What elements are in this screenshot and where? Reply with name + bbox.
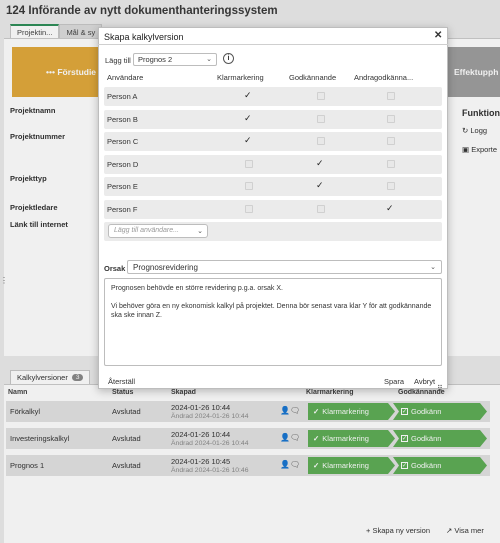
chevron-down-icon: ⌄ xyxy=(206,56,212,63)
user-name: Person F xyxy=(107,205,138,214)
reason-textarea[interactable]: Prognosen behövde en större revidering p… xyxy=(104,278,442,366)
approve2-checkbox[interactable] xyxy=(387,159,395,168)
approve2-checkbox[interactable] xyxy=(387,137,395,146)
approve2-checkbox[interactable] xyxy=(387,114,395,123)
col-approve: Godkännande xyxy=(289,73,337,82)
user-name: Person A xyxy=(107,92,138,101)
approve-checkbox[interactable] xyxy=(317,137,325,146)
check-checkbox[interactable]: ✓ xyxy=(244,90,252,101)
close-icon[interactable]: ✕ xyxy=(434,30,442,41)
col-approve2: Andragodkänna... xyxy=(354,73,414,82)
approve-checkbox[interactable]: ✓ xyxy=(316,158,324,169)
chevron-down-icon: ⌄ xyxy=(430,264,436,271)
reset-button[interactable]: Återställ xyxy=(108,377,135,386)
approve-checkbox[interactable] xyxy=(317,92,325,100)
approve2-checkbox[interactable] xyxy=(387,92,395,100)
dialog-title: Skapa kalkylversion xyxy=(104,32,184,42)
chevron-down-icon: ⌄ xyxy=(197,228,203,235)
info-icon[interactable]: i xyxy=(223,53,234,64)
user-name: Person E xyxy=(107,182,138,192)
col-check: Klarmarkering xyxy=(217,73,264,82)
dialog-divider xyxy=(98,44,448,45)
reason-select[interactable]: Prognosrevidering ⌄ xyxy=(127,260,442,274)
approve-checkbox[interactable] xyxy=(317,114,325,123)
approve-checkbox[interactable] xyxy=(317,205,325,213)
check-checkbox[interactable] xyxy=(245,159,253,168)
save-button[interactable]: Spara xyxy=(384,377,404,386)
resize-handle-icon[interactable]: ⠿ xyxy=(437,384,443,393)
add-user-select[interactable]: Lägg till användare... ⌄ xyxy=(108,224,208,238)
check-checkbox[interactable] xyxy=(245,182,253,191)
col-users: Användare xyxy=(107,73,144,82)
approve-checkbox[interactable]: ✓ xyxy=(316,180,324,191)
user-name: Person B xyxy=(107,114,138,124)
user-name: Person C xyxy=(107,137,139,147)
cancel-button[interactable]: Avbryt xyxy=(414,377,435,386)
check-checkbox[interactable]: ✓ xyxy=(244,113,252,124)
approve2-checkbox[interactable]: ✓ xyxy=(386,203,394,214)
check-checkbox[interactable]: ✓ xyxy=(244,135,252,146)
check-checkbox[interactable] xyxy=(245,205,253,213)
approve2-checkbox[interactable] xyxy=(387,182,395,191)
reason-label: Orsak xyxy=(104,264,126,273)
add-to-label: Lägg till xyxy=(105,56,131,65)
add-to-select[interactable]: Prognos 2 ⌄ xyxy=(133,53,217,66)
user-name: Person D xyxy=(107,159,139,169)
